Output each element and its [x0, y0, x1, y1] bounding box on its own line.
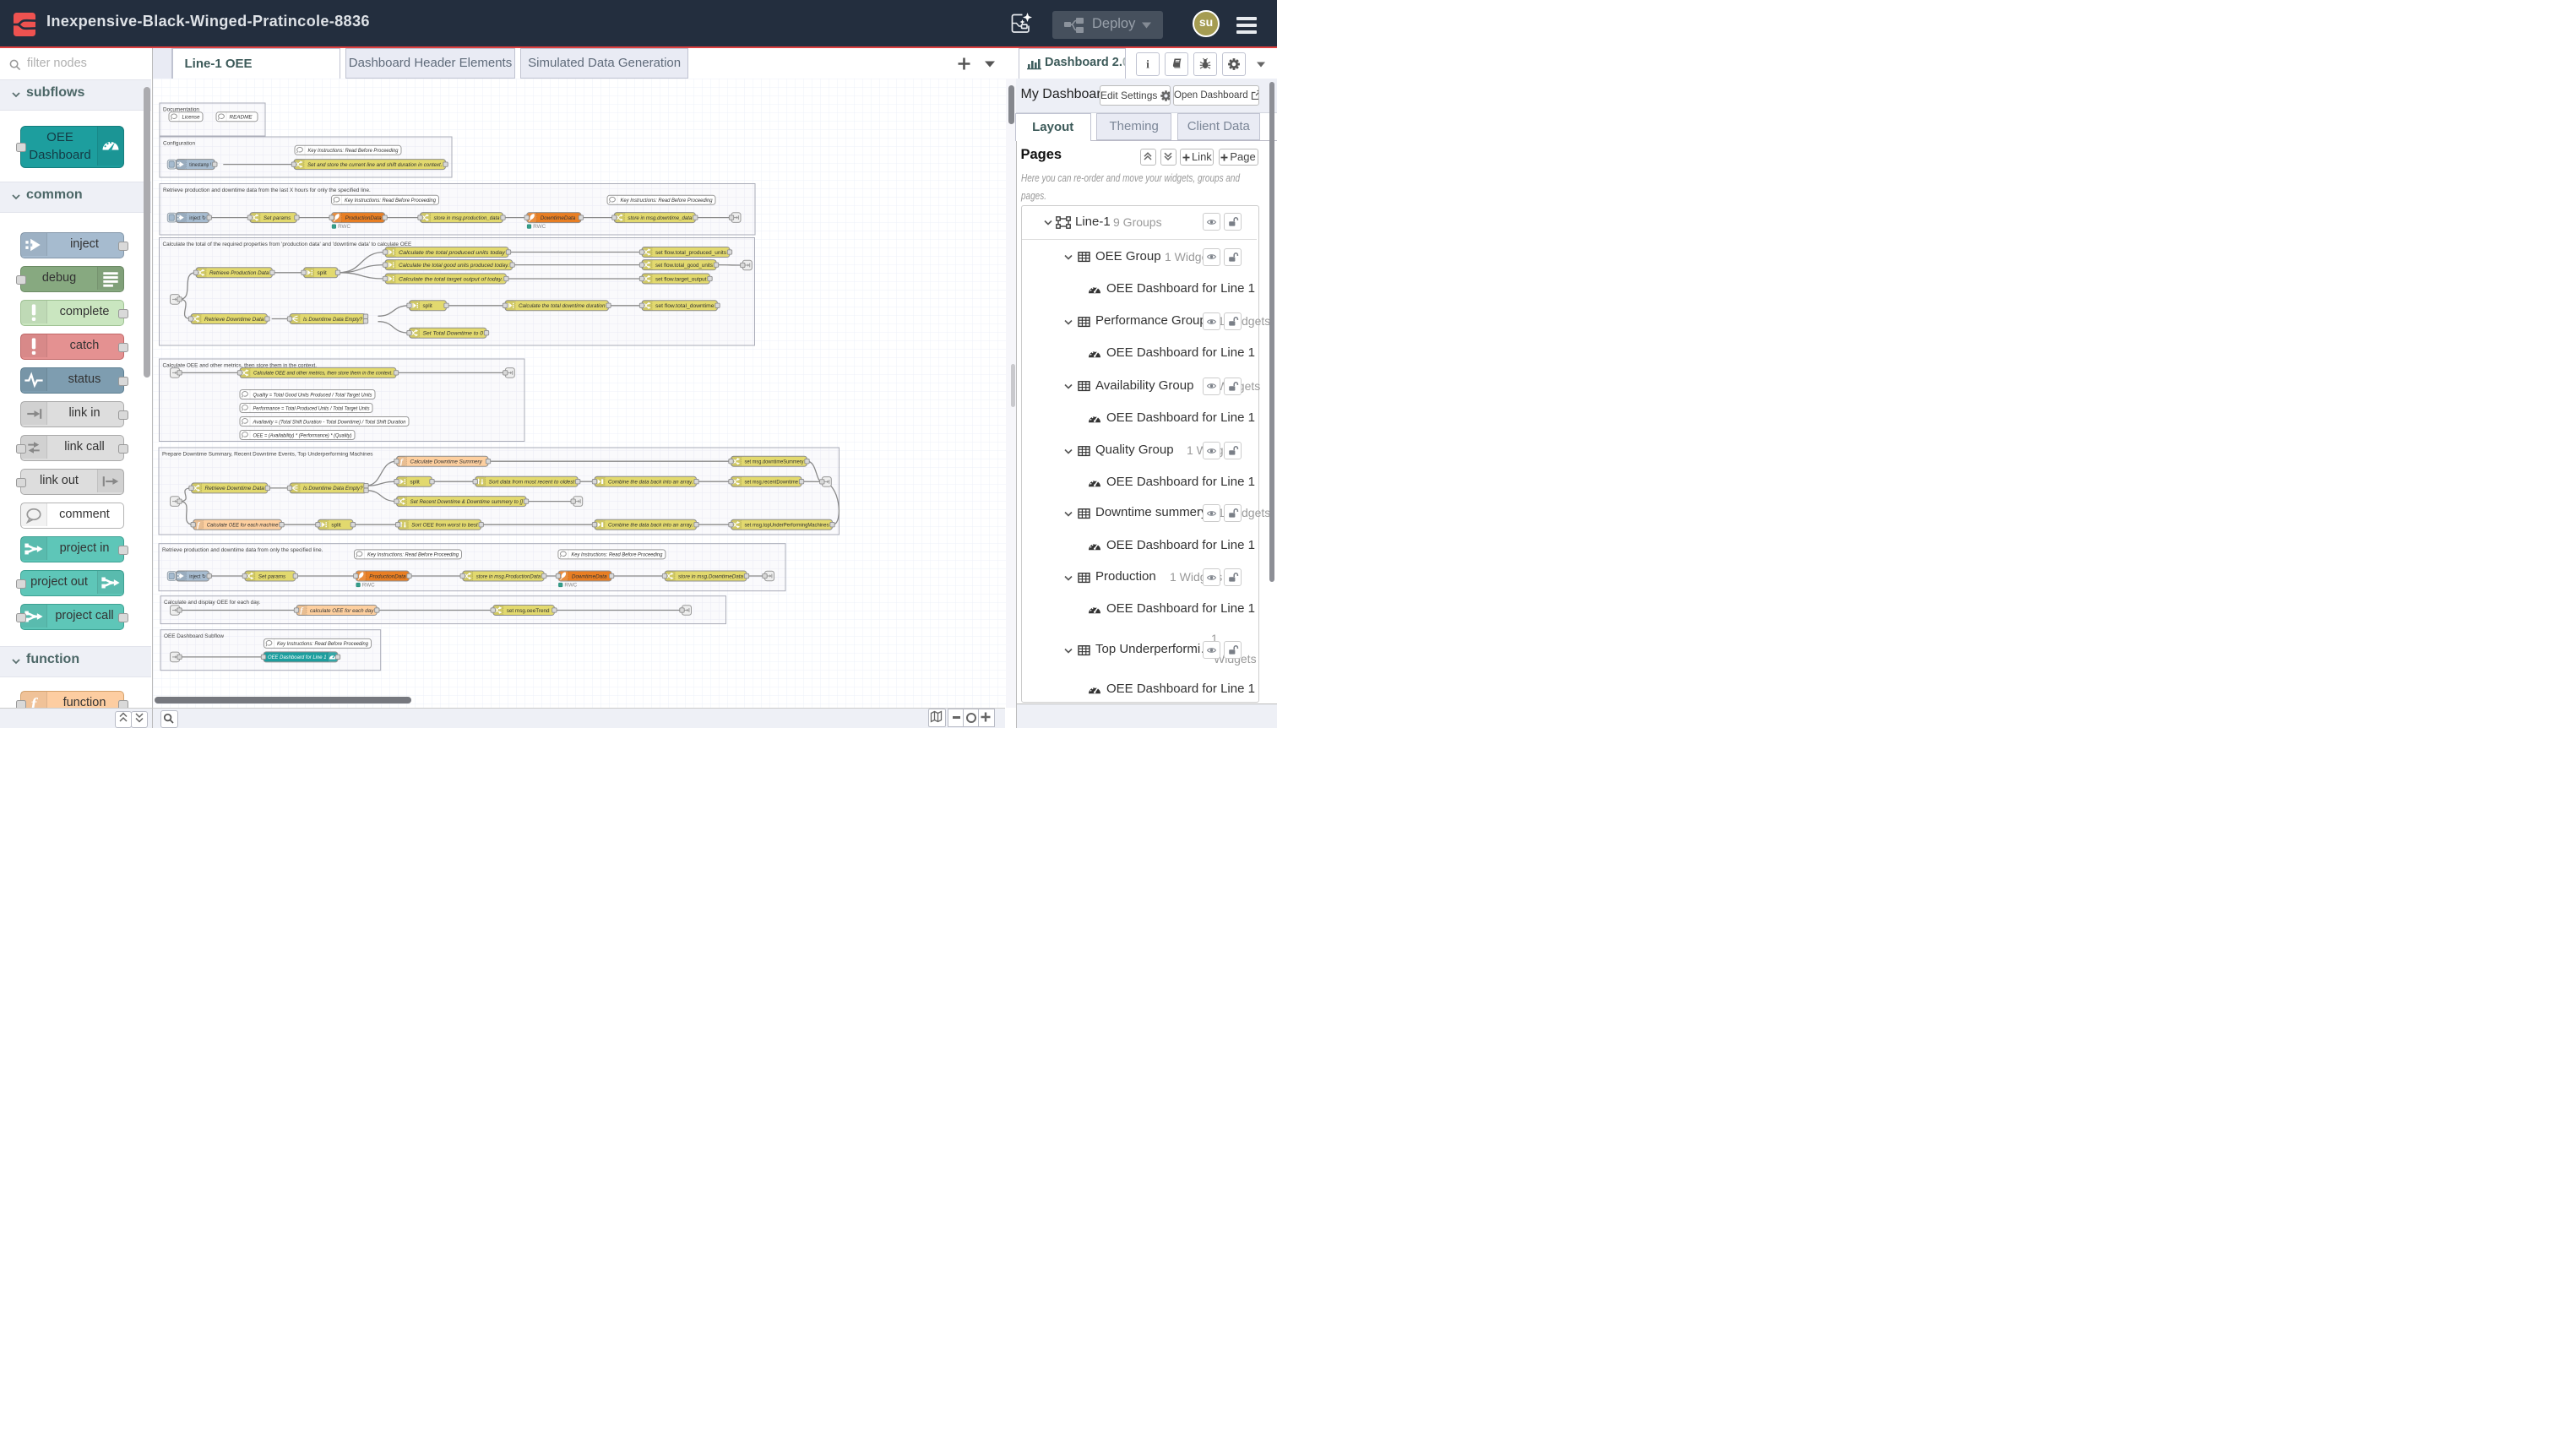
svg-text:Set and store the current line: Set and store the current line and shift… [307, 162, 443, 168]
svg-text:inject ↻: inject ↻ [189, 573, 205, 579]
svg-text:inject ↻: inject ↻ [189, 215, 205, 221]
svg-text:Calculate the total downtime d: Calculate the total downtime duration [519, 303, 606, 309]
svg-text:set msg.downtimeSummery: set msg.downtimeSummery [745, 459, 805, 465]
svg-text:set flow.total_produced_units: set flow.total_produced_units [655, 250, 726, 256]
svg-text:Key Instructions: Read Before: Key Instructions: Read Before Proceeding [308, 148, 399, 154]
svg-text:set flow.target_output: set flow.target_output [655, 276, 707, 282]
svg-text:Retrieve production and downti: Retrieve production and downtime data fr… [162, 547, 323, 553]
svg-text:set msg.recentDowntime: set msg.recentDowntime [745, 480, 799, 486]
svg-text:Key Instructions: Read Before: Key Instructions: Read Before Proceeding [571, 552, 662, 558]
svg-text:ProductionData: ProductionData [369, 573, 406, 579]
svg-text:Calculate the total produced u: Calculate the total produced units today [399, 250, 506, 256]
svg-text:Set Total Downtime to 0: Set Total Downtime to 0 [423, 331, 484, 337]
svg-text:Set params: Set params [264, 215, 291, 221]
svg-text:Set params: Set params [258, 573, 286, 579]
svg-text:ProductionData: ProductionData [345, 215, 382, 221]
svg-text:Retrieve Production Data: Retrieve Production Data [209, 270, 269, 276]
svg-text:Performance = Total Produced U: Performance = Total Produced Units / Tot… [253, 405, 371, 411]
svg-text:Calculate the total good units: Calculate the total good units produced … [399, 263, 509, 269]
svg-text:set msg.oeeTrend: set msg.oeeTrend [507, 608, 550, 614]
svg-text:Quality = Total Good Units Pro: Quality = Total Good Units Produced / To… [253, 392, 373, 398]
svg-text:Calculate and display OEE for: Calculate and display OEE for each day. [164, 600, 260, 606]
svg-text:Calculate OEE for each machine: Calculate OEE for each machine [207, 523, 279, 529]
svg-text:Sort data from most recent to: Sort data from most recent to oldest [489, 480, 575, 486]
svg-text:Key Instructions: Read Before: Key Instructions: Read Before Proceeding [345, 198, 436, 204]
svg-text:Is Downtime Data Empty?: Is Downtime Data Empty? [303, 486, 363, 492]
svg-text:Combine the data back into an: Combine the data back into an array. [608, 480, 693, 486]
svg-text:Calculate OEE and other metric: Calculate OEE and other metrics, then st… [253, 371, 393, 377]
svg-text:calculate OEE for each day: calculate OEE for each day [310, 608, 374, 614]
svg-text:RWC: RWC [564, 583, 577, 589]
svg-text:set flow.total_downtime: set flow.total_downtime [655, 303, 715, 309]
svg-text:Calculate the total of the req: Calculate the total of the required prop… [163, 242, 412, 247]
svg-text:Key Instructions: Read Before: Key Instructions: Read Before Proceeding [621, 198, 713, 204]
svg-text:Sort OEE from worst to best: Sort OEE from worst to best [411, 523, 478, 529]
svg-text:set flow.total_good_units: set flow.total_good_units [655, 263, 713, 269]
svg-text:i: i [1146, 58, 1149, 70]
svg-text:store in msg.ProductionData: store in msg.ProductionData [476, 573, 541, 579]
svg-text:set msg.topUnderPerformingMach: set msg.topUnderPerformingMachines [745, 523, 829, 529]
svg-text:License: License [182, 115, 200, 121]
svg-text:OEE Dashboard for Line 1: OEE Dashboard for Line 1 [268, 655, 327, 660]
svg-text:Retrieve production and downti: Retrieve production and downtime data fr… [163, 187, 371, 193]
svg-text:Calculate Downtime Summery: Calculate Downtime Summery [410, 459, 483, 465]
svg-text:RWC: RWC [533, 224, 546, 230]
svg-text:Availavity = (Total Shift Dura: Availavity = (Total Shift Duration - Tot… [253, 419, 406, 425]
svg-text:Key Instructions: Read Before: Key Instructions: Read Before Proceeding [277, 641, 368, 647]
svg-text:split: split [423, 303, 433, 309]
svg-text:OEE Dashboard Subflow: OEE Dashboard Subflow [164, 633, 224, 639]
svg-text:split: split [331, 523, 341, 529]
svg-text:Set Recent Downtime & Downtime: Set Recent Downtime & Downtime summery t… [410, 499, 524, 505]
svg-text:Is Downtime Data Empty?: Is Downtime Data Empty? [303, 317, 362, 323]
svg-text:DowntimeData: DowntimeData [541, 215, 576, 221]
svg-text:DowntimeData: DowntimeData [572, 573, 607, 579]
svg-text:store in msg.DowntimeData: store in msg.DowntimeData [678, 573, 743, 579]
svg-text:Configuration: Configuration [163, 141, 195, 147]
svg-text:split: split [318, 270, 328, 276]
svg-text:Key Instructions: Read Before: Key Instructions: Read Before Proceeding [367, 552, 459, 558]
svg-text:RWC: RWC [338, 224, 350, 230]
svg-text:store in msg.production_data: store in msg.production_data [434, 215, 500, 221]
svg-text:README: README [230, 115, 253, 121]
svg-text:Retrieve Downtime Data: Retrieve Downtime Data [205, 486, 265, 492]
svg-text:split: split [410, 480, 421, 486]
svg-text:OEE = (Availability) * (Perfor: OEE = (Availability) * (Performance) * (… [253, 432, 352, 438]
svg-text:timestamp ¹: timestamp ¹ [189, 162, 211, 168]
svg-text:Prepare Downtime Summary, Rece: Prepare Downtime Summary, Recent Downtim… [162, 452, 372, 458]
svg-text:Calculate the total target out: Calculate the total target output of tod… [399, 276, 503, 282]
svg-text:store in msg.downtime_data: store in msg.downtime_data [628, 215, 692, 221]
svg-text:RWC: RWC [362, 583, 375, 589]
svg-text:Retrieve Downtime Data: Retrieve Downtime Data [204, 317, 264, 323]
svg-text:Combine the data back into an: Combine the data back into an array. [608, 523, 693, 529]
